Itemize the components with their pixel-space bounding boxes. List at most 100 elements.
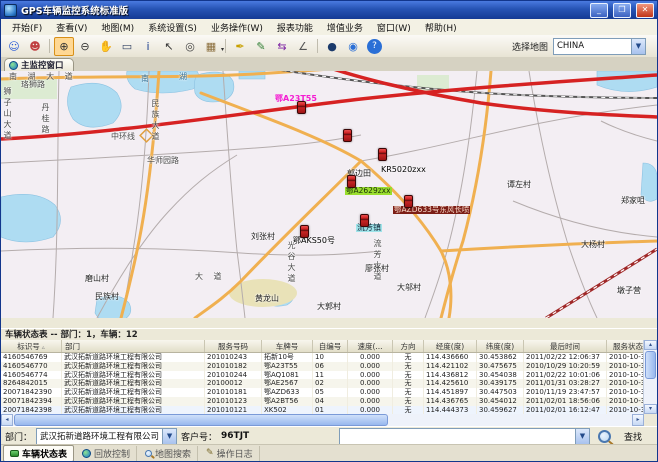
minimize-button[interactable]: _ — [590, 3, 608, 18]
table-row[interactable]: 4160546770武汉拓新道路环境工程有限公司201010182鄂A23T55… — [1, 362, 644, 371]
menu-item[interactable]: 系统设置(S) — [141, 21, 204, 34]
column-header[interactable]: 经度(度) — [424, 340, 477, 353]
menu-item[interactable]: 业务操作(W) — [204, 21, 270, 34]
column-header[interactable]: 部门 — [62, 340, 205, 353]
chevron-down-icon[interactable]: ▼ — [631, 39, 645, 54]
table-cell: 鄂AZD633 — [262, 388, 313, 397]
table-cell: 无 — [393, 397, 424, 406]
column-header[interactable]: 标识号 ▵ — [1, 340, 62, 353]
map-select-group: 选择地图 CHINA ▼ — [512, 38, 654, 55]
table-cell: 鄂A2BT56 — [262, 397, 313, 406]
tab-playback-control[interactable]: 回放控制 — [76, 446, 137, 461]
maximize-button[interactable]: ❒ — [613, 3, 631, 18]
table-hscroll-thumb[interactable] — [14, 414, 388, 426]
table-header-row: 标识号 ▵部门服务号码车牌号自编号速度(...方向经度(度)纬度(度)最后时间服… — [1, 340, 644, 353]
table-cell: 2011/02/01 18:56:06 — [524, 397, 607, 406]
vehicle-marker[interactable] — [300, 225, 309, 238]
marker-pen-icon[interactable]: ✒ — [230, 37, 250, 56]
tab-operation-log[interactable]: ✎操作日志 — [200, 446, 260, 461]
table-row[interactable]: 8264842015武汉拓新道路环境工程有限公司20100012鄂AE25670… — [1, 379, 644, 388]
map-label: 鄂A23T55 — [275, 95, 317, 103]
menu-item[interactable]: 地图(M) — [94, 21, 141, 34]
column-header[interactable]: 最后时间 — [524, 340, 607, 353]
table-cell: 无 — [393, 362, 424, 371]
table-cell: 8264842015 — [1, 379, 62, 388]
column-header[interactable]: 自编号 — [313, 340, 348, 353]
menu-item[interactable]: 帮助(H) — [418, 21, 464, 34]
close-button[interactable]: ✕ — [636, 3, 654, 18]
compass-icon[interactable]: ◎ — [180, 37, 200, 56]
menu-item[interactable]: 增值业务 — [320, 21, 370, 34]
chevron-down-icon[interactable]: ▾ — [221, 41, 224, 58]
info-icon[interactable]: i — [138, 37, 158, 56]
group-users-icon[interactable]: ☻ — [25, 37, 45, 56]
column-header[interactable]: 服务状态 — [607, 340, 645, 353]
layers-icon[interactable]: ▦▾ — [201, 37, 221, 56]
scroll-left-icon[interactable]: ◂ — [1, 414, 13, 426]
tab-vehicle-status-table[interactable]: 车辆状态表 — [3, 445, 74, 462]
column-header[interactable]: 纬度(度) — [477, 340, 524, 353]
map-tab[interactable]: 主监控窗口 — [4, 58, 74, 71]
filter-bar: 部门： 武汉拓新道路环境工程有限公司 ▼ 客户号： 96TJT ▼ 查找 — [1, 426, 657, 445]
search-select[interactable]: ▼ — [339, 428, 590, 445]
column-header[interactable]: 服务号码 — [205, 340, 262, 353]
column-header[interactable]: 车牌号 — [262, 340, 313, 353]
scroll-down-icon[interactable]: ▾ — [644, 404, 657, 414]
vehicle-marker[interactable] — [297, 101, 306, 114]
route-arrows-icon[interactable]: ⇆ — [272, 37, 292, 56]
globe-network-icon[interactable]: ◉ — [343, 37, 363, 56]
table-cell: 114.444373 — [424, 406, 477, 414]
map-label: 中环线 — [111, 133, 135, 141]
table-vertical-scrollbar[interactable]: ▴ ▾ — [643, 340, 657, 414]
table-cell: 2011/01/31 03:28:27 — [524, 379, 607, 388]
table-row[interactable]: 4160546774武汉拓新道路环境工程有限公司201010244鄂AQ1081… — [1, 371, 644, 380]
map-label: 民族村 — [95, 293, 119, 301]
scroll-right-icon[interactable]: ▸ — [632, 414, 644, 426]
measure-icon[interactable]: ∠ — [293, 37, 313, 56]
zoom-out-icon[interactable]: ⊖ — [75, 37, 95, 56]
scroll-up-icon[interactable]: ▴ — [644, 340, 657, 350]
map-canvas[interactable]: 南 湖 大 道珞狮路狮子山大道丹桂路南湖民族大道中环线华师园路光谷大道流芳大道大… — [1, 71, 657, 318]
bottom-tabs: 车辆状态表回放控制地图搜索✎操作日志 — [1, 444, 657, 461]
pan-hand-icon[interactable]: ✋ — [96, 37, 116, 56]
menu-item[interactable]: 查看(V) — [49, 21, 94, 34]
column-header[interactable]: 方向 — [393, 340, 424, 353]
table-cell: 2010-10-31 — [607, 353, 645, 362]
monitor-users-icon[interactable]: ☺ — [4, 37, 24, 56]
tab-map-search[interactable]: 地图搜索 — [139, 446, 198, 461]
vehicle-marker[interactable] — [347, 175, 356, 188]
full-extent-icon[interactable]: ▭ — [117, 37, 137, 56]
search-icon[interactable] — [598, 430, 611, 443]
menu-bar: 开始(F)查看(V)地图(M)系统设置(S)业务操作(W)报表功能增值业务窗口(… — [1, 19, 657, 36]
table-cell: 武汉拓新道路环境工程有限公司 — [62, 371, 205, 380]
table-horizontal-scrollbar[interactable]: ◂ ▸ — [1, 414, 644, 426]
chevron-down-icon[interactable]: ▼ — [162, 429, 176, 444]
table-row[interactable]: 20071842394武汉拓新道路环境工程有限公司201010123鄂A2BT5… — [1, 397, 644, 406]
chevron-down-icon[interactable]: ▼ — [575, 429, 589, 444]
vehicle-marker[interactable] — [404, 195, 413, 208]
table-row[interactable]: 20071842390武汉拓新道路环境工程有限公司201010181鄂AZD63… — [1, 388, 644, 397]
department-value: 武汉拓新道路环境工程有限公司 — [40, 430, 162, 442]
map-select[interactable]: CHINA ▼ — [553, 38, 646, 55]
vehicle-marker[interactable] — [360, 214, 369, 227]
table-row[interactable]: 20071842398武汉拓新道路环境工程有限公司201010121XK5020… — [1, 406, 644, 414]
vehicle-marker[interactable] — [343, 129, 352, 142]
select-arrow-icon[interactable]: ↖ — [159, 37, 179, 56]
department-select[interactable]: 武汉拓新道路环境工程有限公司 ▼ — [36, 428, 177, 445]
menu-item[interactable]: 窗口(W) — [370, 21, 418, 34]
zoom-in-icon[interactable]: ⊕ — [54, 37, 74, 56]
table-row[interactable]: 4160546769武汉拓新道路环境工程有限公司201010243拓新10号10… — [1, 353, 644, 362]
search-input[interactable] — [343, 431, 575, 441]
menu-item[interactable]: 报表功能 — [270, 21, 320, 34]
edit-pencil-icon[interactable]: ✎ — [251, 37, 271, 56]
menu-item[interactable]: 开始(F) — [5, 21, 49, 34]
help-icon[interactable]: ? — [367, 39, 382, 54]
globe-dark-icon[interactable]: ● — [322, 37, 342, 56]
table-cell: 30.453862 — [477, 353, 524, 362]
vehicle-marker[interactable] — [378, 148, 387, 161]
tab-label: 操作日志 — [217, 447, 253, 460]
find-button[interactable]: 查找 — [619, 430, 647, 443]
table-cell: 201010244 — [205, 371, 262, 380]
table-vscroll-thumb[interactable] — [645, 351, 656, 379]
column-header[interactable]: 速度(... — [348, 340, 393, 353]
